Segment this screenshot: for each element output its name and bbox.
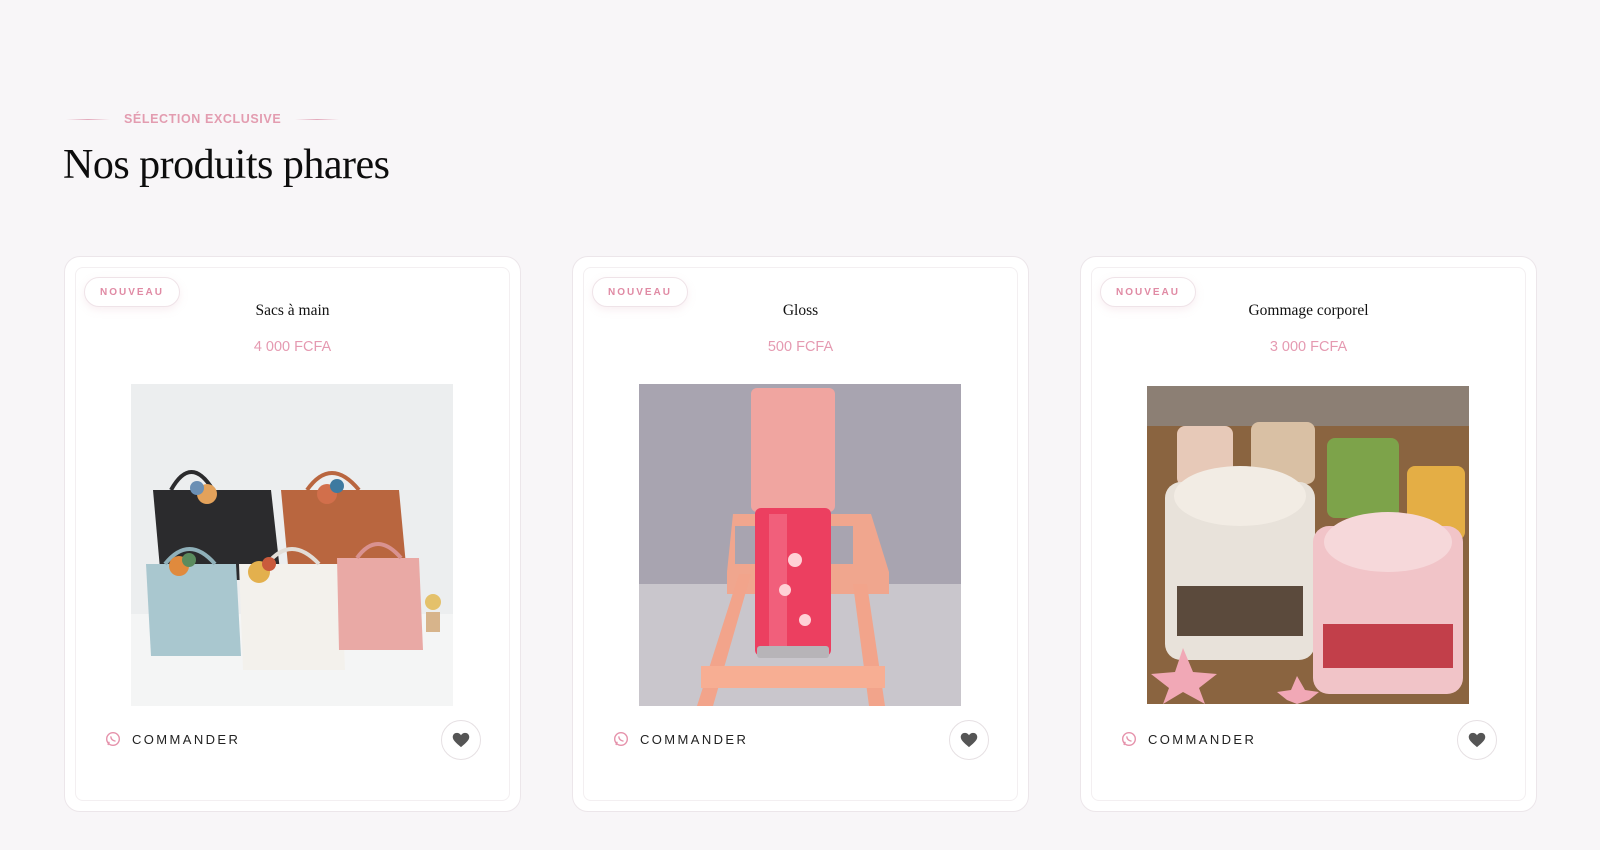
favorite-button[interactable]	[1457, 720, 1497, 760]
order-button[interactable]: COMMANDER	[1121, 731, 1256, 747]
product-card[interactable]: NOUVEAU Gloss 500 FCFA COMMANDER	[572, 256, 1029, 812]
eyebrow-line-right	[295, 118, 340, 120]
order-label: COMMANDER	[132, 731, 241, 747]
product-name[interactable]: Gloss	[573, 302, 1028, 320]
whatsapp-icon	[1121, 731, 1137, 747]
product-price: 500 FCFA	[767, 339, 834, 355]
whatsapp-icon	[105, 731, 121, 747]
product-name[interactable]: Gommage corporel	[1081, 302, 1536, 320]
heart-icon	[452, 732, 470, 748]
section-title: Nos produits phares	[63, 142, 390, 188]
favorite-button[interactable]	[441, 720, 481, 760]
product-image-gloss[interactable]	[639, 384, 961, 706]
product-image-handbags[interactable]	[131, 384, 453, 706]
order-button[interactable]: COMMANDER	[613, 731, 748, 747]
whatsapp-icon	[613, 731, 629, 747]
product-name[interactable]: Sacs à main	[65, 302, 520, 320]
favorite-button[interactable]	[949, 720, 989, 760]
order-label: COMMANDER	[640, 731, 749, 747]
product-price: 3 000 FCFA	[1269, 339, 1348, 355]
product-card[interactable]: NOUVEAU Sacs à main 4 000 FCFA COMMANDER	[64, 256, 521, 812]
heart-icon	[960, 732, 978, 748]
section-eyebrow: SÉLECTION EXCLUSIVE	[66, 112, 340, 126]
order-button[interactable]: COMMANDER	[105, 731, 240, 747]
eyebrow-text: SÉLECTION EXCLUSIVE	[124, 112, 282, 126]
product-price: 4 000 FCFA	[253, 339, 332, 355]
order-label: COMMANDER	[1148, 731, 1257, 747]
product-card[interactable]: NOUVEAU Gommage corporel 3 000 FCFA COMM…	[1080, 256, 1537, 812]
product-image-body-scrub[interactable]	[1147, 386, 1469, 704]
eyebrow-line-left	[66, 118, 110, 120]
heart-icon	[1468, 732, 1486, 748]
